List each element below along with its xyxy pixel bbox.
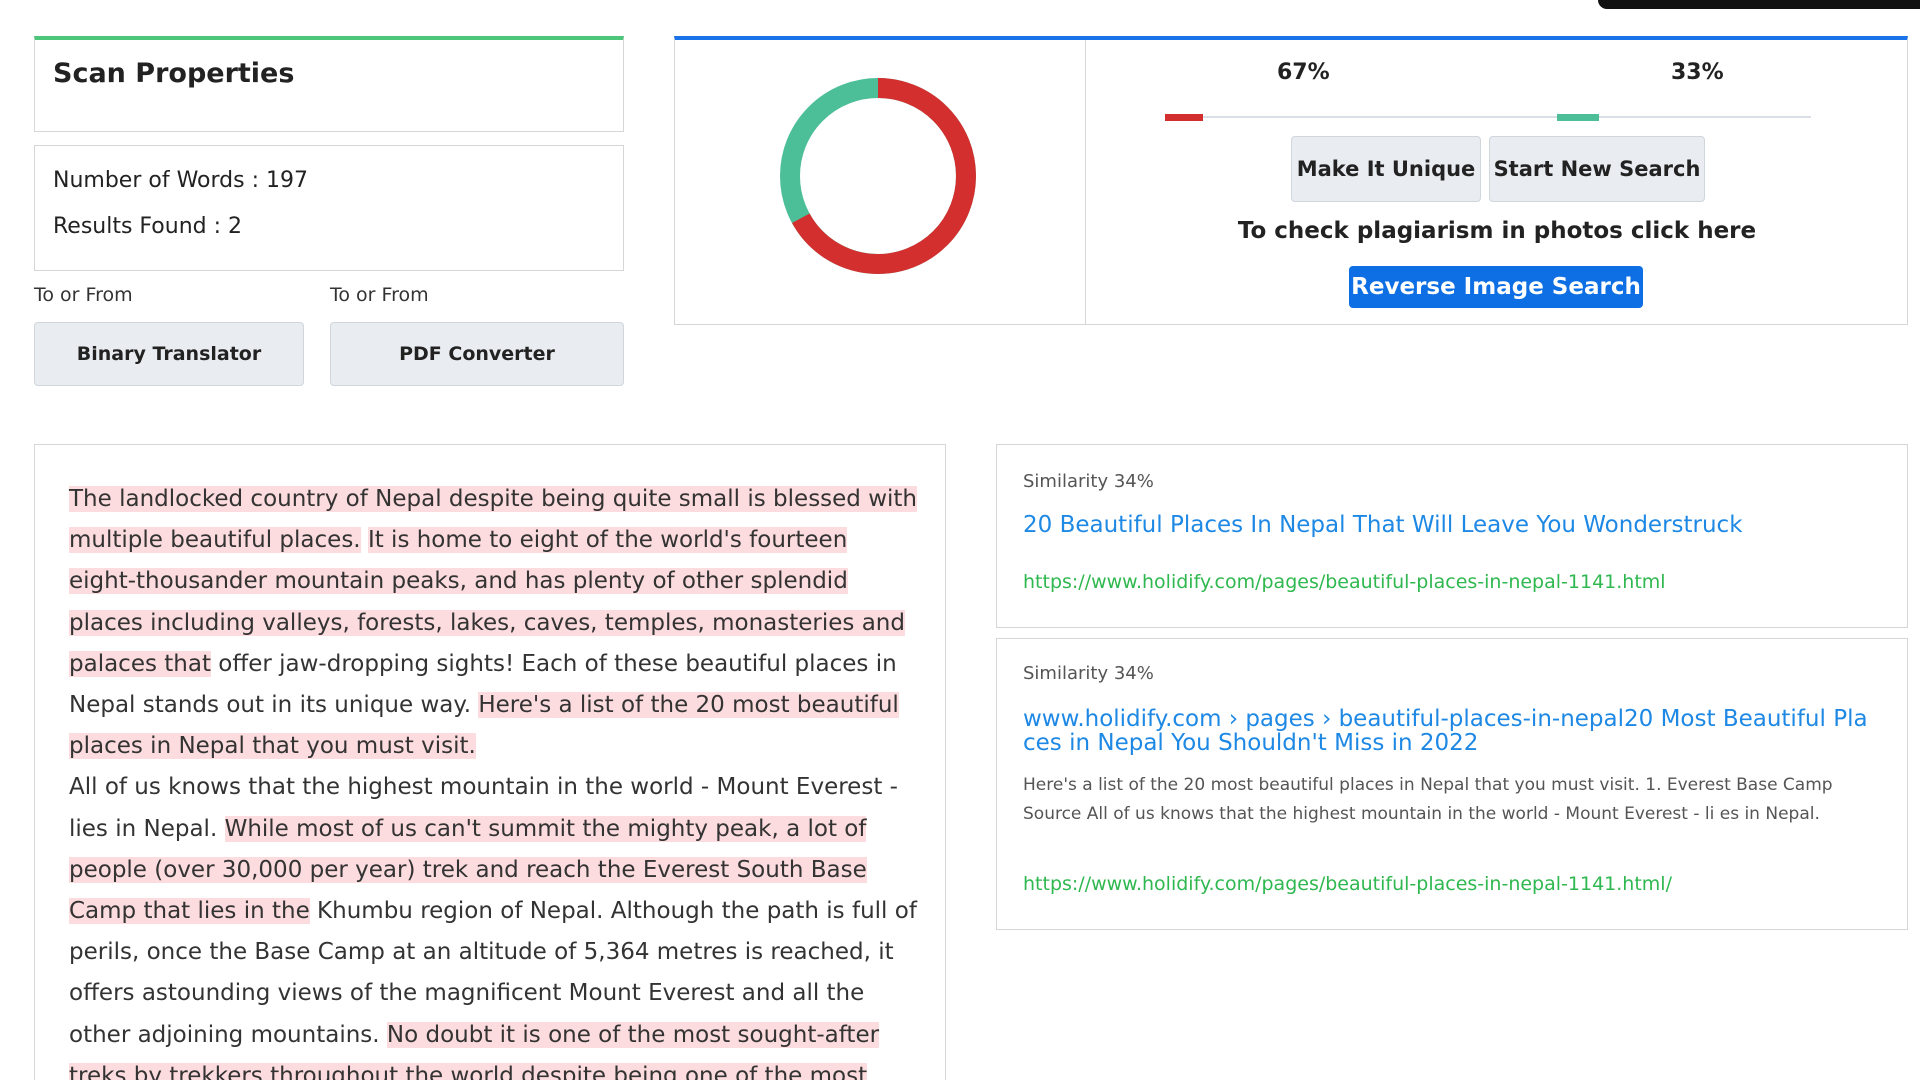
result-snippet: Here's a list of the 20 most beautiful p…: [1023, 775, 1833, 824]
word-count: Number of Words : 197: [53, 168, 308, 193]
panel-divider: [1085, 40, 1086, 324]
similarity-label: Similarity 34%: [1023, 663, 1154, 684]
result-card-1: Similarity 34% 20 Beautiful Places In Ne…: [996, 444, 1908, 628]
make-it-unique-button[interactable]: Make It Unique: [1291, 136, 1481, 202]
progress-track: [1165, 116, 1811, 118]
tool-label-pdf: To or From: [330, 284, 429, 306]
result-url-link[interactable]: https://www.holidify.com/pages/beautiful…: [1023, 873, 1672, 895]
photo-check-text: To check plagiarism in photos click here: [1237, 218, 1757, 244]
result-title-link[interactable]: 20 Beautiful Places In Nepal That Will L…: [1023, 513, 1893, 537]
scan-properties-header: Scan Properties: [34, 36, 624, 132]
plagiarized-percent: 67%: [1277, 60, 1330, 85]
result-url-link[interactable]: https://www.holidify.com/pages/beautiful…: [1023, 571, 1666, 593]
sentence-gap: [361, 527, 368, 553]
plagiarism-donut-chart: [780, 78, 976, 274]
result-title-link[interactable]: www.holidify.com › pages › beautiful-pla…: [1023, 707, 1893, 755]
unique-marker: [1557, 114, 1599, 121]
similarity-label: Similarity 34%: [1023, 471, 1154, 492]
reverse-image-search-button[interactable]: Reverse Image Search: [1349, 266, 1643, 308]
scan-stats: Number of Words : 197 Results Found : 2: [34, 145, 624, 271]
tool-label-binary: To or From: [34, 284, 133, 306]
checked-text-panel: The landlocked country of Nepal despite …: [34, 444, 946, 1080]
binary-translator-button[interactable]: Binary Translator: [34, 322, 304, 386]
result-card-2: Similarity 34% www.holidify.com › pages …: [996, 638, 1908, 930]
unique-percent: 33%: [1671, 60, 1724, 85]
plagiarized-marker: [1165, 114, 1203, 121]
start-new-search-button[interactable]: Start New Search: [1489, 136, 1705, 202]
scan-properties-title: Scan Properties: [53, 58, 295, 89]
checked-text: The landlocked country of Nepal despite …: [69, 479, 919, 1080]
plagiarism-chart-panel: 67% 33% Make It Unique Start New Search …: [674, 36, 1908, 325]
top-corner-bar: [1598, 0, 1920, 9]
pdf-converter-button[interactable]: PDF Converter: [330, 322, 624, 386]
results-found: Results Found : 2: [53, 214, 243, 239]
